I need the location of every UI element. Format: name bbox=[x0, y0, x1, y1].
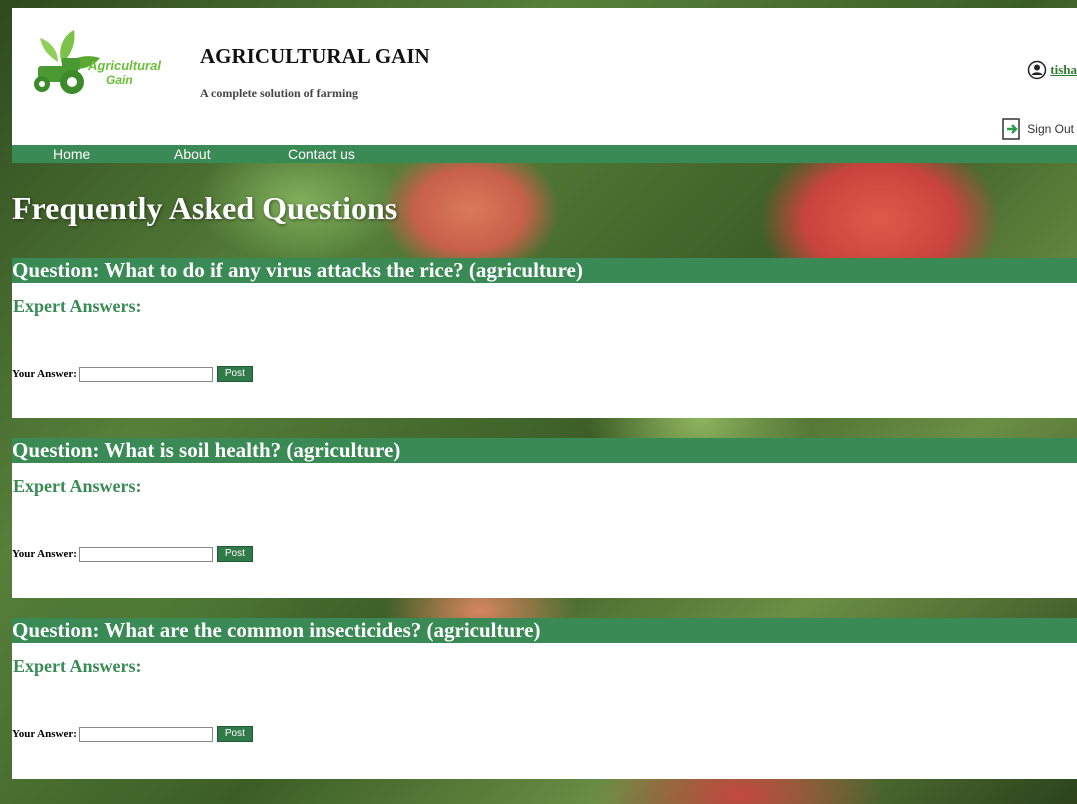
svg-text:Gain: Gain bbox=[106, 73, 133, 87]
site-subtitle: A complete solution of farming bbox=[200, 86, 358, 100]
expert-answers-heading: Expert Answers: bbox=[13, 296, 142, 316]
your-answer-label: Your Answer: bbox=[12, 368, 77, 380]
svg-text:Agricultural: Agricultural bbox=[87, 58, 161, 73]
answer-input[interactable] bbox=[78, 366, 213, 382]
sign-out-icon bbox=[1002, 118, 1021, 140]
nav-item-home[interactable]: Home bbox=[53, 145, 90, 163]
question-bar: Question: What are the common insecticid… bbox=[12, 618, 1077, 643]
user-profile-link[interactable]: tisha bbox=[1027, 60, 1077, 80]
your-answer-label: Your Answer: bbox=[12, 548, 77, 560]
question-bar: Question: What is soil health? (agricult… bbox=[12, 438, 1077, 463]
post-button[interactable]: Post bbox=[216, 546, 253, 562]
page-title: Frequently Asked Questions bbox=[12, 190, 398, 226]
question-bar: Question: What to do if any virus attack… bbox=[12, 258, 1077, 283]
answer-form: Your Answer: Post bbox=[12, 366, 253, 382]
main-nav: Home About Contact us bbox=[12, 145, 1077, 163]
expert-answers-heading: Expert Answers: bbox=[13, 656, 142, 676]
nav-item-contact[interactable]: Contact us bbox=[288, 145, 355, 163]
question-card: Expert Answers: Your Answer: Post bbox=[12, 283, 1077, 418]
question-text: Question: What are the common insecticid… bbox=[12, 618, 541, 642]
answer-input[interactable] bbox=[78, 546, 213, 562]
site-logo[interactable]: Agricultural Gain bbox=[22, 26, 177, 96]
sign-out-link[interactable]: Sign Out bbox=[1002, 118, 1074, 140]
tractor-logo-icon: Agricultural Gain bbox=[34, 30, 161, 94]
answer-input[interactable] bbox=[78, 726, 213, 742]
site-title: AGRICULTURAL GAIN bbox=[200, 44, 430, 68]
sign-out-label: Sign Out bbox=[1027, 122, 1074, 136]
post-button[interactable]: Post bbox=[216, 366, 253, 382]
nav-item-about[interactable]: About bbox=[174, 145, 211, 163]
question-card: Expert Answers: Your Answer: Post bbox=[12, 463, 1077, 598]
expert-answers-heading: Expert Answers: bbox=[13, 476, 142, 496]
answer-form: Your Answer: Post bbox=[12, 546, 253, 562]
user-name: tisha bbox=[1050, 62, 1077, 77]
answer-form: Your Answer: Post bbox=[12, 726, 253, 742]
post-button[interactable]: Post bbox=[216, 726, 253, 742]
question-text: Question: What is soil health? (agricult… bbox=[12, 438, 401, 462]
question-text: Question: What to do if any virus attack… bbox=[12, 258, 583, 282]
user-avatar-icon bbox=[1028, 60, 1047, 80]
your-answer-label: Your Answer: bbox=[12, 728, 77, 740]
site-header: Agricultural Gain AGRICULTURAL GAIN A co… bbox=[12, 8, 1077, 145]
question-card: Expert Answers: Your Answer: Post bbox=[12, 643, 1077, 779]
